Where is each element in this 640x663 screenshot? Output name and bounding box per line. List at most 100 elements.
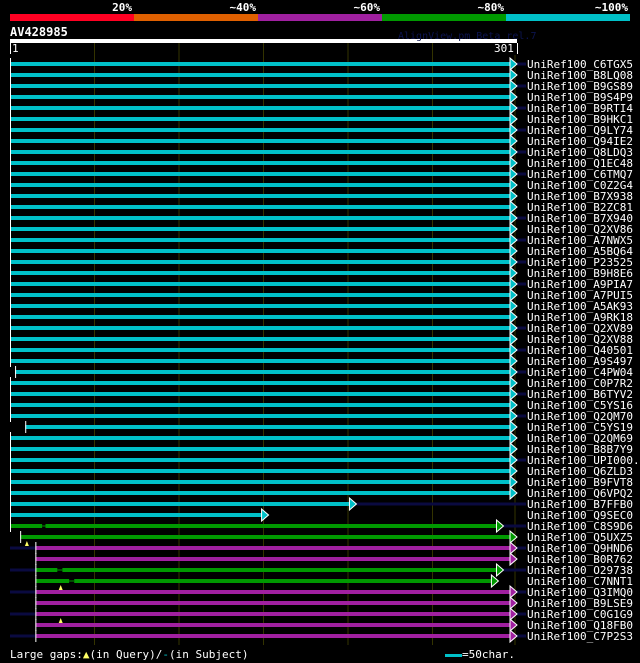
hit-end-arrow-icon (509, 188, 518, 204)
query-gap-triangle-icon (58, 585, 63, 590)
hit-end-arrow-icon (509, 617, 518, 633)
hit-bar (35, 601, 511, 605)
hit-bar (35, 623, 511, 627)
color-scale-label: ~40% (230, 1, 257, 14)
color-scale-segment (382, 14, 506, 21)
query-name: AV428985 (10, 25, 68, 39)
hit-end-arrow-icon (509, 595, 518, 611)
hit-end-arrow-icon (509, 320, 518, 336)
color-scale-label: 20% (112, 1, 132, 14)
hit-end-arrow-icon (509, 419, 518, 435)
hit-end-arrow-icon (509, 331, 518, 347)
hit-end-arrow-icon (509, 177, 518, 193)
hit-end-arrow-icon (509, 309, 518, 325)
hit-end-arrow-icon (509, 265, 518, 281)
color-scale-label: ~80% (478, 1, 505, 14)
hit-end-arrow-icon (509, 67, 518, 83)
hit-end-arrow-icon (509, 364, 518, 380)
hit-label: UniRef100_C7P2S3 (527, 630, 633, 643)
hit-bar (10, 524, 43, 528)
hit-bar (10, 73, 511, 77)
hit-end-arrow-icon (509, 584, 518, 600)
hit-bar (10, 271, 511, 275)
hit-end-arrow-icon (509, 606, 518, 622)
hit-bar (10, 227, 511, 231)
hit-end-arrow-icon (509, 485, 518, 501)
hit-end-arrow-icon (509, 89, 518, 105)
hit-bar (10, 447, 511, 451)
hit-bar (10, 117, 511, 121)
color-scale-label: ~60% (354, 1, 381, 14)
hit-bar (10, 458, 511, 462)
hit-end-arrow-icon (509, 386, 518, 402)
hit-bar (35, 546, 511, 550)
hit-bar (10, 348, 511, 352)
footer-gap-legend: Large gaps:▲(in Query)/-(in Subject) (10, 648, 248, 661)
hit-bar (10, 106, 511, 110)
hit-bar (10, 315, 511, 319)
hit-bar (10, 337, 511, 341)
hit-bar (10, 205, 511, 209)
hit-bar (10, 62, 511, 66)
color-scale-segment (258, 14, 382, 21)
hit-end-arrow-icon (509, 221, 518, 237)
hit-bar (25, 425, 512, 429)
in-subject-label: (in Subject) (168, 648, 249, 661)
hit-bar (35, 557, 511, 561)
hit-end-arrow-icon (509, 111, 518, 127)
watermark: AlignView.pm Beta rel.7 (398, 31, 537, 42)
hit-end-arrow-icon (509, 540, 518, 556)
hit-bar (10, 403, 511, 407)
hit-end-arrow-icon (509, 463, 518, 479)
hit-bar (10, 238, 511, 242)
hit-end-arrow-icon (509, 56, 518, 72)
hit-bar (35, 579, 70, 583)
hit-bar (62, 568, 498, 572)
hit-end-arrow-icon (509, 342, 518, 358)
hit-end-arrow-icon (509, 408, 518, 424)
hit-bar (10, 150, 511, 154)
alignment-view: 20% ~40% ~60% ~80% ~100%UniRef100_C6TGX5UniR… (10, 1, 640, 645)
hit-end-arrow-icon (509, 529, 518, 545)
hit-end-arrow-icon (509, 144, 518, 160)
hit-end-arrow-icon (509, 254, 518, 270)
hit-bar (35, 590, 511, 594)
hit-bar (10, 513, 263, 517)
query-gap-triangle-icon (58, 618, 63, 623)
hit-bar (10, 326, 511, 330)
hit-bar (10, 491, 511, 495)
hit-end-arrow-icon (490, 573, 500, 589)
color-scale-segment (134, 14, 258, 21)
hit-bar (10, 359, 511, 363)
hit-bar (35, 612, 511, 616)
hit-bar (10, 304, 511, 308)
hit-bar (15, 370, 511, 374)
query-start-label: 1 (12, 42, 19, 55)
hit-bar (74, 579, 493, 583)
subject-gap-dash-icon: - (162, 648, 169, 661)
hit-bar (10, 216, 511, 220)
hit-end-arrow-icon (509, 276, 518, 292)
color-scale-label: ~100% (595, 1, 628, 14)
hit-bar (45, 524, 498, 528)
hit-bar (10, 84, 511, 88)
hit-bar (10, 161, 511, 165)
hit-end-arrow-icon (509, 166, 518, 182)
hit-bar (10, 436, 511, 440)
hit-end-arrow-icon (509, 133, 518, 149)
hit-bar (10, 502, 351, 506)
hit-end-arrow-icon (509, 243, 518, 259)
hit-bar (10, 282, 511, 286)
hit-bar (10, 392, 511, 396)
scale-legend: =50char. (445, 648, 515, 661)
hit-end-arrow-icon (509, 78, 518, 94)
hit-bar (10, 293, 511, 297)
hit-bar (10, 172, 511, 176)
hit-bar (10, 139, 511, 143)
hit-end-arrow-icon (509, 474, 518, 490)
scale-label: =50char. (462, 648, 515, 661)
hit-bar (10, 194, 511, 198)
color-scale-segment (506, 14, 630, 21)
scale-bar-icon (445, 653, 462, 657)
hit-end-arrow-icon (509, 397, 518, 413)
